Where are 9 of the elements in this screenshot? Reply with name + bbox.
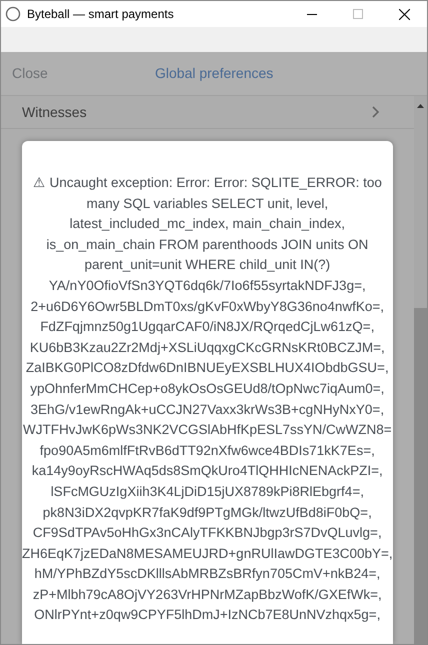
app-icon — [5, 6, 21, 22]
page-title: Global preferences — [155, 64, 274, 83]
scroll-up-icon — [417, 104, 424, 108]
close-icon — [398, 8, 410, 20]
maximize-icon — [353, 9, 363, 19]
list-item[interactable]: Witnesses — [1, 96, 414, 129]
error-message: ⚠ Uncaught exception: Error: Error: SQLITE_ERROR: too many SQL variables SELECT unit, level, latest_included_mc_index, main_chain_index, is_on_main_chain FROM parenthoods JOIN units ON parent_unit=unit WHERE child_unit IN(?) YA/nY0OfioVfSn3YQT6dq6k/7Io6f55syrtakNDFJ3g=, 2+u6D6Y6Owr5BLDmT0xs/gKvF0xWbyY8G36no4nwfKo=, FdZFqjmnz50g1UgqarCAF0/iN8JX/RQrqedCjLw61zQ=, KU6bB3Kzau2Zr2Mdj+XSLiUqqxgCKcGRNsKRt0BCZJM=, ZaIBKG0PlCO8zDfdw6DnIBNUEyEXSBLHUX4IObdbGSU=, ypOhnferMmCHCep+o8ykOsOsGEUd8/tOpNwc7iqAum0=, 3EhG/v1ewRngAk+uCCJN27Vaxx3krWs3B+cgNHyNxY0=, WJTFHvJwK6pWs3NK2VCGSlAbHfKpESL7ssYN/CwWZN8= fpo90A5m6mlfFtRvB6dTT92nXfw6wce4BDIs71kK7Es=, ka14y9oyRscHWAq5ds8SmQkUro4TlQHHIcNENAckPZI=, lSFcMGUzIgXiih3K4LjDiD15jUX8789kPi8RlEbgrf4=, pk8N3iDX2qvpKR7faK9df9PTgMGk/ltwzUfBd8iF0bQ=, CF9SdTPAv5oHhGx3nCAlyTFKKBNJbgp3rS7DvQLuvlg=, ZH6EqK7jzEDaN8MESAMEUJRD+gnRUlIawDGTE3C00bY=, hM/YPhBZdY5scDKlllsAbMRBZsBRfyn705CmV+nkB24=, zP+Mlbh79cA8OjVY263VrHPNrMZapBbzWofK/GXEfWk=, ONlrPYnt+z0qw9CPYF5lhDmJ+IzNCb7E8UnNVzhqx5g=, — [22, 174, 393, 624]
chevron-icon — [372, 106, 380, 118]
window-title: Byteball — smart payments — [27, 6, 174, 23]
